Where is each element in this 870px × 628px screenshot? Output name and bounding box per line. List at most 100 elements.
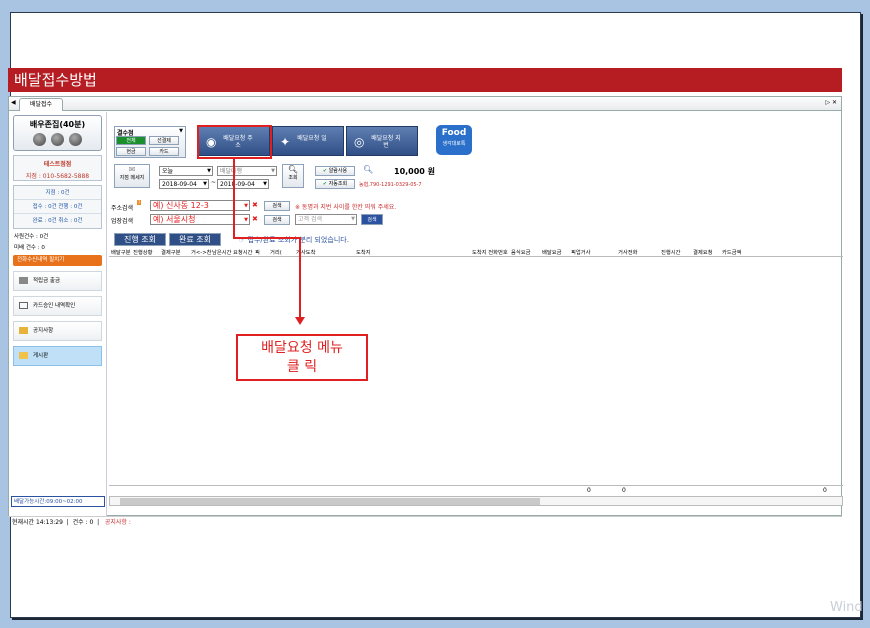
status-lights <box>14 133 101 146</box>
table-footer: 0 0 0 <box>109 485 843 495</box>
message-label: 지점 메세지 <box>119 175 145 181</box>
wallet-icon <box>19 277 28 284</box>
footer-value: 0 <box>823 487 827 494</box>
auto-search-toggle[interactable]: ✔ 자동조회 <box>315 179 355 189</box>
date-preset-select[interactable]: 오늘 <box>159 166 213 176</box>
delivery-request-day-button[interactable]: ✦ 배달요청 일 <box>272 126 344 156</box>
call-log-label: 전화수신내역 필치기 <box>17 257 65 263</box>
column-header[interactable]: 도착지 전화번호 <box>472 248 508 256</box>
stat-branch: 지점 : 0건 <box>14 186 101 200</box>
food-subtitle: 생각대로특 <box>442 141 466 147</box>
status-bar: 현재시간 14:13:29 | 건수 : 0 | 공지사항 : <box>8 516 842 527</box>
column-header[interactable]: 카드금액 <box>722 248 742 256</box>
store-search-button[interactable]: 검색 <box>264 215 290 225</box>
column-header[interactable]: 진행시간 <box>661 248 681 256</box>
store-search-input[interactable]: 예) 서울시청 <box>150 214 250 225</box>
notice-icon <box>19 327 28 334</box>
tab-delivery-receipt[interactable]: 배달접수 <box>19 98 63 111</box>
order-count: 건수 : 0 <box>72 519 94 526</box>
address-search-label: 주소검색 <box>111 205 134 212</box>
delivery-request-lot-button[interactable]: ◎ 배달요청 지번 <box>346 126 418 156</box>
scroll-thumb[interactable] <box>120 498 540 505</box>
store-panel: 배우존집(40분) <box>13 115 102 151</box>
stat-done-cancel: 완료 : 0건 취소 : 0건 <box>32 218 83 224</box>
help-badge: ? <box>137 200 142 205</box>
arrow-down-icon <box>295 317 305 325</box>
search-icon: 🔍︎ <box>287 165 299 174</box>
column-header[interactable]: 결제요청 <box>693 248 713 256</box>
annotation-line <box>299 237 301 319</box>
food-title: Food <box>441 128 467 138</box>
order-table-header: 배달구분 진행상황 결제구분 거<->찬 남은시간 요청시간 픽 거리(거사도착 도착지 도착지 … <box>109 247 843 257</box>
date-from-select[interactable]: 2018-09-04 <box>159 179 209 189</box>
date-to-select[interactable]: 2018-09-04 <box>217 179 269 189</box>
column-header[interactable]: 배달요금 <box>542 248 562 256</box>
column-header[interactable]: 결제구분 <box>161 248 181 256</box>
tab-scroll-left-button[interactable]: ◀ <box>11 99 16 106</box>
clear-address-icon[interactable]: ✖ <box>252 201 258 209</box>
branch-panel: 테스트점점 지점 : 010-5682-5888 <box>13 155 102 181</box>
pay-filter-card[interactable]: 카드 <box>149 147 179 156</box>
sidebar-item-notice[interactable]: 공지사항 <box>13 321 102 341</box>
column-header[interactable]: 도착지 <box>356 248 371 256</box>
status-light-icon <box>69 133 82 146</box>
sidebar-item-board[interactable]: 게시판 <box>13 346 102 366</box>
column-header[interactable]: 거사전화 <box>618 248 638 256</box>
column-header[interactable]: 진행상황 <box>133 248 153 256</box>
column-header[interactable]: 음식요금 <box>511 248 531 256</box>
column-header[interactable]: 배달구분 <box>111 248 131 256</box>
tab-progress[interactable]: 진행 조회 <box>114 233 166 246</box>
date-type-select[interactable]: 배달대행 <box>217 166 277 176</box>
address-search-input[interactable]: 예) 신사동 12-3 <box>150 200 250 211</box>
sidebar-item-label: 공지사항 <box>33 328 54 334</box>
alarm-toggle[interactable]: ✔ 알람사용 <box>315 166 355 176</box>
annotation-callout: 배달요청 메뉴 클 릭 <box>236 334 368 381</box>
pay-filter-cash[interactable]: 현금 <box>116 147 146 156</box>
search-label: 조회 <box>288 175 298 181</box>
callout-line2: 클 릭 <box>286 359 318 375</box>
stat-receipt-progress: 접수 : 0건 전행 : 0건 <box>14 200 101 214</box>
status-light-icon <box>33 133 46 146</box>
unassigned-count: 미배 건수 : 0 <box>14 245 45 251</box>
staff-count: 사원건수 : 0건 <box>14 234 49 240</box>
pay-filter-all[interactable]: 전체 <box>116 136 146 145</box>
column-header[interactable]: 거리( <box>270 248 282 256</box>
customer-search-button[interactable]: 검색 <box>361 214 383 225</box>
branch-name: 테스트점점 <box>43 161 72 168</box>
store-search-label: 업장검색 <box>111 218 134 225</box>
column-header[interactable]: 픽 <box>255 248 260 256</box>
food-app-button[interactable]: Food 생각대로특 <box>436 125 472 155</box>
zoom-icon[interactable]: 🔍︎ <box>363 165 373 174</box>
horizontal-scrollbar[interactable] <box>109 496 843 506</box>
tab-done[interactable]: 완료 조회 <box>169 233 221 246</box>
check-icon: ✔ <box>322 181 328 187</box>
tab-strip: ◀ 배달접수 ▷ ✕ <box>9 97 841 111</box>
current-time: 현재시간 14:13:29 <box>12 519 63 526</box>
folder-icon <box>19 352 28 359</box>
address-search-button[interactable]: 검색 <box>264 201 290 211</box>
pay-filter-prepaid[interactable]: 선결제 <box>149 136 179 145</box>
app-window: ◀ 배달접수 ▷ ✕ 배우존집(40분) 테스트점점 지점 : 010-5682… <box>8 96 843 517</box>
customer-search-input[interactable]: 고객 검색 <box>295 214 357 225</box>
page-title: 배달접수방법 <box>8 68 842 92</box>
tab-window-controls[interactable]: ▷ ✕ <box>825 99 837 106</box>
target-icon: ◎ <box>354 135 365 149</box>
sidebar-item-card-approval[interactable]: 카드승인 내역확인 <box>13 296 102 316</box>
search-button[interactable]: 🔍︎ 조회 <box>282 164 304 188</box>
check-icon: ✔ <box>322 168 328 174</box>
footer-value: 0 <box>587 487 591 494</box>
search-btn-label: 검색 <box>272 203 282 209</box>
column-header[interactable]: 요청시간 <box>233 248 253 256</box>
annotation-line <box>233 237 299 239</box>
button-label: 배달요청 지번 <box>371 135 401 149</box>
sidebar-item-withdraw[interactable]: 적립금 출금 <box>13 271 102 291</box>
column-header[interactable]: 거<->찬 <box>191 248 212 256</box>
branch-tel: 지점 : 010-5682-5888 <box>25 173 90 180</box>
clear-store-icon[interactable]: ✖ <box>252 215 258 223</box>
message-button[interactable]: ✉ 지점 메세지 <box>114 164 150 188</box>
column-header[interactable]: 픽업거사 <box>571 248 591 256</box>
call-log-button[interactable]: 전화수신내역 필치기 <box>13 255 102 266</box>
notice-label: 공지사항 : <box>104 519 131 526</box>
column-header[interactable]: 남은시간 <box>212 248 232 256</box>
mail-icon: ✉ <box>128 165 136 174</box>
